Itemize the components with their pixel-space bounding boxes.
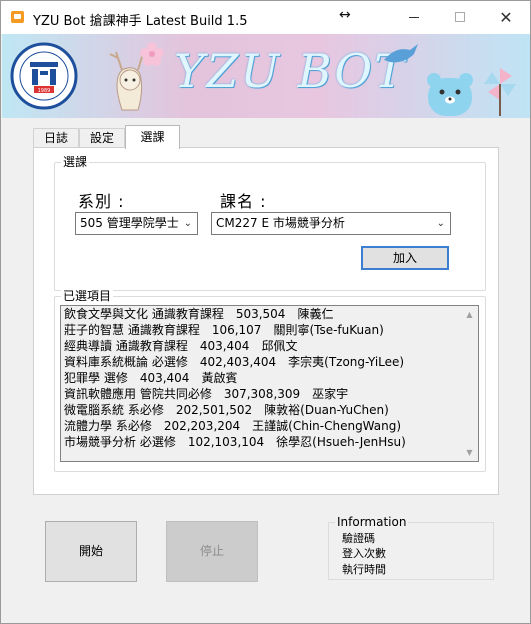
course-name-label: 課名 : xyxy=(220,192,267,211)
tab-log[interactable]: 日誌 xyxy=(33,128,79,148)
app-window: YZU Bot 搶課神手 Latest Build 1.5 ↔ ✕ 1989 Y… xyxy=(0,0,531,624)
minimize-icon xyxy=(409,16,419,18)
department-label: 系別 : xyxy=(78,192,125,211)
bear-illustration xyxy=(427,73,473,116)
pinwheel-icon xyxy=(484,68,516,116)
scroll-down-icon[interactable]: ▼ xyxy=(461,444,478,461)
flower-icon xyxy=(140,42,164,66)
start-button[interactable]: 開始 xyxy=(45,521,137,582)
maximize-icon xyxy=(455,12,465,22)
app-icon xyxy=(11,11,24,23)
selected-courses-list[interactable]: 飲食文學與文化 通識教育課程 503,504 陳義仁 莊子的智慧 通識教育課程 … xyxy=(60,305,479,462)
list-item[interactable]: 經典導讀 通識教育課程 403,404 邱佩文 xyxy=(64,338,459,354)
tab-course-selection[interactable]: 選課 xyxy=(125,125,180,149)
course-select-group: 選課 系別 : 課名 : 505 管理學院學士 ⌄ CM227 E 市場競爭分析… xyxy=(54,154,486,291)
move-arrows-icon: ↔ xyxy=(339,7,351,23)
chevron-down-icon: ⌄ xyxy=(183,218,192,229)
tab-settings[interactable]: 設定 xyxy=(79,128,125,148)
scroll-up-icon[interactable]: ▲ xyxy=(461,306,478,323)
bird-icon xyxy=(384,44,418,63)
maximize-button[interactable] xyxy=(437,1,483,34)
window-title: YZU Bot 搶課神手 Latest Build 1.5 xyxy=(33,14,248,29)
course-selection-panel: 選課 系別 : 課名 : 505 管理學院學士 ⌄ CM227 E 市場競爭分析… xyxy=(33,147,499,495)
list-item[interactable]: 流體力學 系必修 202,203,204 王謹誠(Chin-ChengWang) xyxy=(64,418,459,434)
run-time-label: 執行時間 xyxy=(342,563,386,576)
department-dropdown-value: 505 管理學院學士 xyxy=(80,216,179,230)
close-icon: ✕ xyxy=(499,8,513,27)
logo-year: 1989 xyxy=(38,88,51,94)
list-item[interactable]: 市場競爭分析 必選修 102,103,104 徐學忍(Hsueh-JenHsu) xyxy=(64,434,459,450)
department-dropdown[interactable]: 505 管理學院學士 ⌄ xyxy=(75,212,198,235)
list-item[interactable]: 資料庫系統概論 必選修 402,403,404 李宗夷(Tzong-YiLee) xyxy=(64,354,459,370)
list-item[interactable]: 莊子的智慧 通識教育課程 106,107 關則寧(Tse-fuKuan) xyxy=(64,322,459,338)
information-legend: Information xyxy=(335,515,409,530)
course-dropdown-value: CM227 E 市場競爭分析 xyxy=(216,216,345,230)
course-select-legend: 選課 xyxy=(61,154,90,170)
close-button[interactable]: ✕ xyxy=(483,1,529,34)
selected-courses-group: 已選項目 飲食文學與文化 通識教育課程 503,504 陳義仁 莊子的智慧 通識… xyxy=(54,288,486,472)
list-scrollbar[interactable]: ▲ ▼ xyxy=(461,306,478,461)
chevron-down-icon: ⌄ xyxy=(436,218,445,229)
stop-button[interactable]: 停止 xyxy=(166,521,258,582)
list-item[interactable]: 微電腦系統 系必修 202,501,502 陳敦裕(Duan-YuChen) xyxy=(64,402,459,418)
information-group: Information 驗證碼 登入次數 執行時間 xyxy=(328,515,494,580)
title-bar[interactable]: YZU Bot 搶課神手 Latest Build 1.5 ↔ ✕ xyxy=(1,1,530,34)
login-count-label: 登入次數 xyxy=(342,547,386,560)
selected-courses-legend: 已選項目 xyxy=(61,288,114,304)
captcha-label: 驗證碼 xyxy=(342,532,375,545)
university-logo: 1989 xyxy=(10,42,78,110)
list-item[interactable]: 犯罪學 選修 403,404 黃啟賓 xyxy=(64,370,459,386)
list-item[interactable]: 飲食文學與文化 通識教育課程 503,504 陳義仁 xyxy=(64,306,459,322)
banner: 1989 YZU BOT xyxy=(2,34,530,118)
list-item[interactable]: 資訊軟體應用 管院共同必修 307,308,309 巫家宇 xyxy=(64,386,459,402)
banner-title: YZU BOT xyxy=(174,44,407,98)
add-course-button[interactable]: 加入 xyxy=(361,246,449,270)
minimize-button[interactable] xyxy=(391,1,437,34)
course-dropdown[interactable]: CM227 E 市場競爭分析 ⌄ xyxy=(211,212,451,235)
